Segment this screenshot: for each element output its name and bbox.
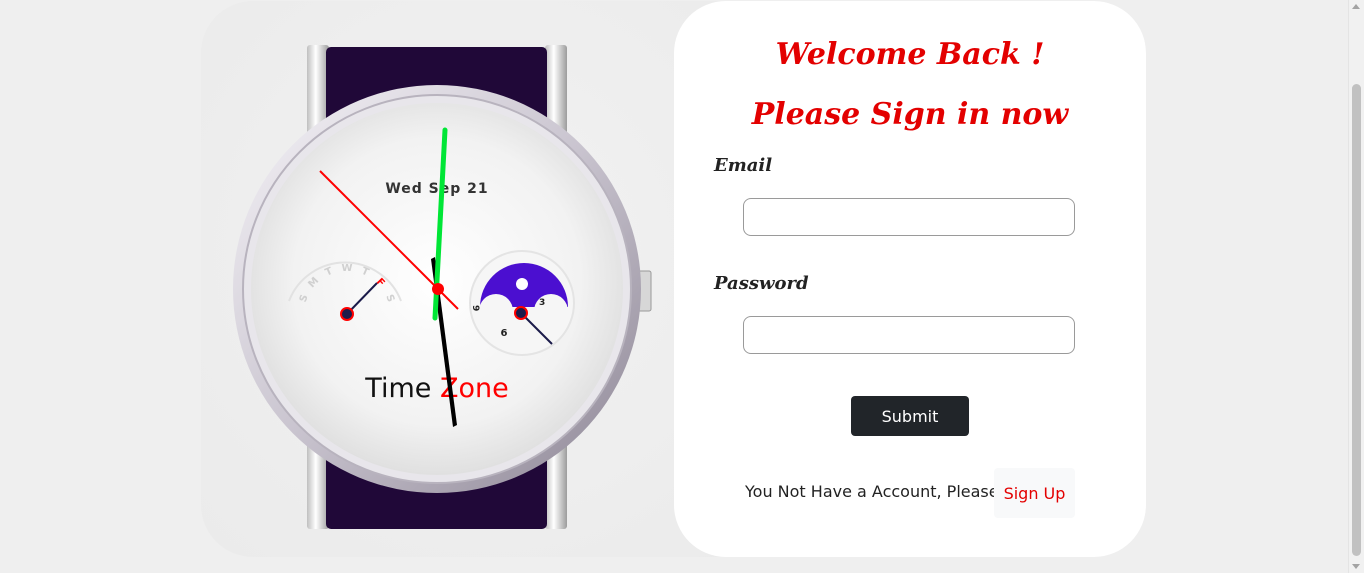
- watch-brand: Time Zone: [364, 373, 508, 404]
- password-label: Password: [714, 273, 809, 294]
- watch-date: Wed Sep 21: [385, 181, 488, 197]
- submit-button[interactable]: Submit: [851, 396, 969, 436]
- scroll-up-arrow-icon[interactable]: [1352, 4, 1360, 9]
- moon-icon: [516, 278, 528, 290]
- scroll-thumb[interactable]: [1352, 84, 1361, 556]
- moon-subdial: 9 3 6: [469, 250, 575, 356]
- welcome-heading: Welcome Back !: [775, 37, 1045, 72]
- watch-graphic: Wed Sep 21 SMT W TFS 9 3 6 Time Zone: [233, 45, 652, 529]
- watch-illustration: Wed Sep 21 SMTWTFS 9 3 6 Time Zone: [201, 1, 674, 557]
- scroll-down-arrow-icon[interactable]: [1352, 564, 1360, 569]
- signin-heading: Please Sign in now: [751, 97, 1069, 132]
- signup-button[interactable]: Sign Up: [994, 468, 1075, 518]
- email-field[interactable]: [743, 198, 1075, 236]
- email-label: Email: [714, 155, 773, 176]
- password-field[interactable]: [743, 316, 1075, 354]
- signin-panel: Welcome Back ! Please Sign in now Email …: [674, 1, 1146, 557]
- no-account-text: You Not Have a Account, Please !: [745, 482, 1011, 501]
- center-pin: [432, 283, 444, 295]
- weekday-initial: W: [341, 263, 352, 274]
- page-scrollbar[interactable]: [1348, 0, 1364, 573]
- svg-text:9: 9: [470, 305, 480, 311]
- svg-text:3: 3: [539, 298, 545, 308]
- svg-text:6: 6: [501, 328, 508, 339]
